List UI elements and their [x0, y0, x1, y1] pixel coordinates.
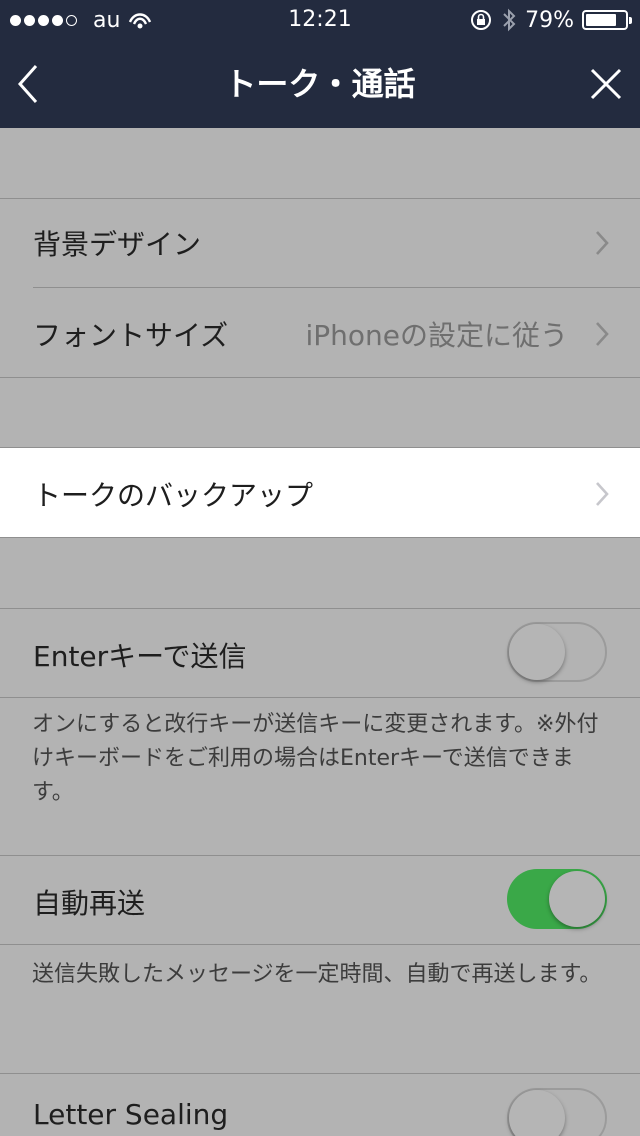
close-icon[interactable] [586, 64, 626, 104]
orientation-lock-icon [471, 10, 492, 30]
page-title: トーク・通話 [224, 65, 416, 103]
battery-percent: 79% [525, 7, 574, 33]
navigation-bar: トーク・通話 [0, 40, 640, 128]
letter-sealing-toggle[interactable] [507, 1088, 607, 1136]
enter-send-footnote: オンにすると改行キーが送信キーに変更されます。※外付けキーボードをご利用の場合は… [32, 712, 599, 805]
letter-sealing-label: Letter Sealing [33, 1098, 229, 1131]
font-size-row[interactable]: フォントサイズ iPhoneの設定に従う [0, 288, 640, 377]
talk-backup-label: トークのバックアップ [33, 479, 314, 512]
toggle-knob [549, 871, 605, 927]
battery-icon [582, 10, 632, 30]
auto-resend-row: 自動再送 [0, 856, 640, 944]
divider [0, 377, 640, 378]
enter-send-label: Enterキーで送信 [33, 640, 247, 673]
toggle-knob [509, 1090, 565, 1136]
chevron-right-icon [596, 482, 609, 506]
divider [0, 697, 640, 698]
divider [0, 944, 640, 945]
letter-sealing-row: Letter Sealing [0, 1074, 640, 1136]
background-design-label: 背景デザイン [33, 228, 202, 261]
auto-resend-label: 自動再送 [33, 887, 146, 920]
chevron-right-icon [596, 231, 609, 255]
chevron-right-icon [596, 322, 609, 346]
divider [0, 537, 640, 538]
status-bar-right: 79% [469, 0, 632, 40]
battery-fill [586, 14, 617, 26]
auto-resend-toggle[interactable] [507, 869, 607, 929]
font-size-value: iPhoneの設定に従う [305, 319, 568, 352]
toggle-knob [509, 624, 565, 680]
auto-resend-footnote: 送信失敗したメッセージを一定時間、自動で再送します。 [32, 962, 602, 987]
background-design-row[interactable]: 背景デザイン [0, 199, 640, 287]
bluetooth-icon [503, 8, 516, 32]
font-size-label: フォントサイズ [33, 319, 229, 352]
enter-send-toggle[interactable] [507, 622, 607, 682]
enter-send-row: Enterキーで送信 [0, 609, 640, 697]
talk-backup-row[interactable]: トークのバックアップ [0, 448, 640, 537]
status-bar: au 12:21 79% [0, 0, 640, 40]
